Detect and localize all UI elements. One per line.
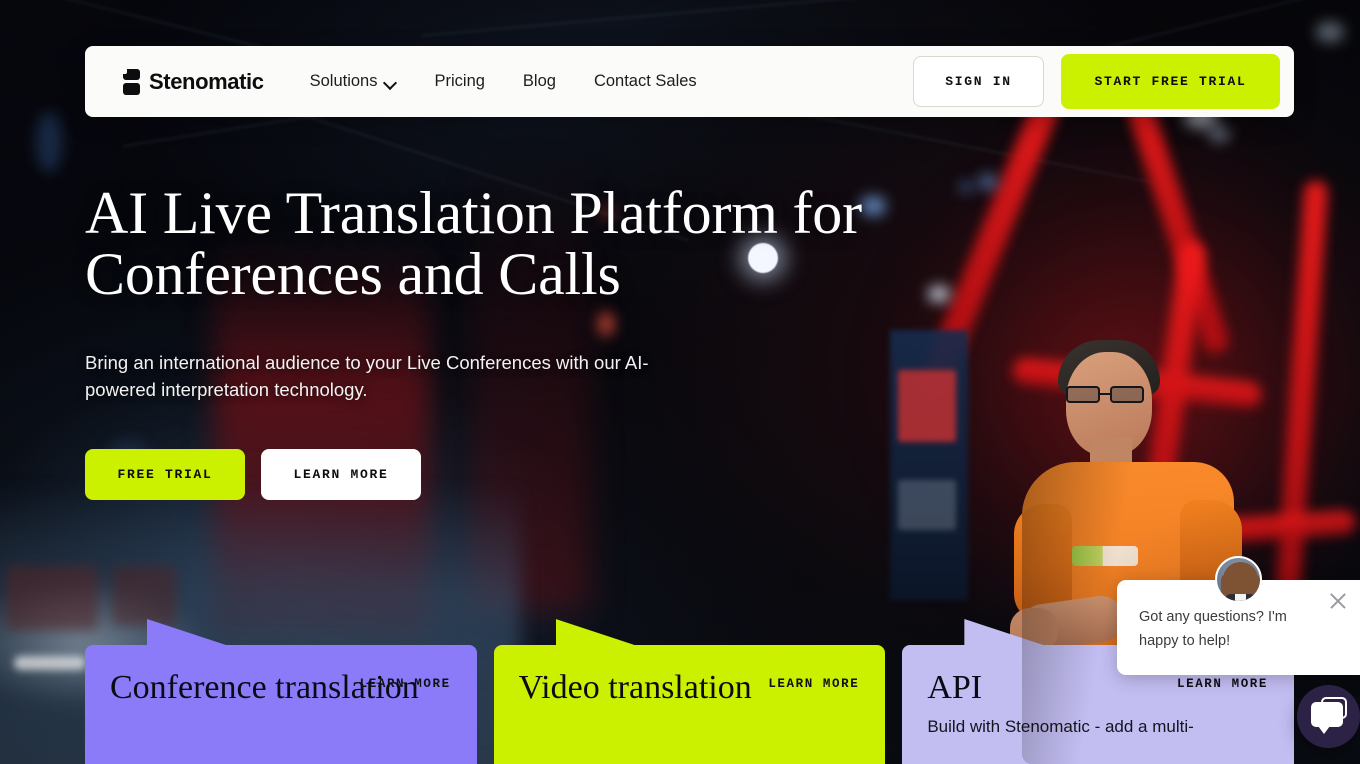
nav-item-contact-sales[interactable]: Contact Sales: [594, 72, 697, 91]
brand-logo[interactable]: Stenomatic: [123, 68, 264, 95]
background-screen-panel: [112, 566, 176, 626]
background-speaker-photo: [1010, 334, 1264, 764]
feature-card-conference-translation[interactable]: Conference translation LEARN MORE: [85, 619, 477, 764]
hero-title: AI Live Translation Platform for Confere…: [85, 180, 862, 308]
sign-in-button[interactable]: SIGN IN: [913, 56, 1044, 107]
free-trial-button[interactable]: FREE TRIAL: [85, 449, 245, 501]
start-free-trial-button[interactable]: START FREE TRIAL: [1061, 54, 1280, 109]
background-light-bar: [14, 656, 86, 670]
nav-item-pricing[interactable]: Pricing: [434, 72, 484, 91]
hero-buttons: FREE TRIAL LEARN MORE: [85, 449, 905, 501]
stenomatic-logo-icon: [123, 68, 140, 95]
hero-subtitle: Bring an international audience to your …: [85, 352, 649, 401]
card-learn-more-link[interactable]: LEARN MORE: [768, 677, 859, 691]
card-body: Video translation LEARN MORE: [493, 645, 886, 764]
hero-section: AI Live Translation Platform for Confere…: [85, 180, 905, 501]
page-stage: Stenomatic Solutions Pricing Blog Contac…: [0, 0, 1360, 764]
header-actions: SIGN IN START FREE TRIAL: [913, 54, 1280, 109]
card-body: Conference translation LEARN MORE: [85, 645, 477, 764]
card-tail-shape: [555, 619, 638, 646]
learn-more-button[interactable]: LEARN MORE: [261, 449, 421, 501]
card-tail-shape: [147, 619, 229, 646]
brand-name: Stenomatic: [149, 68, 264, 94]
chevron-down-icon: [385, 78, 396, 85]
nav-item-solutions[interactable]: Solutions: [310, 72, 397, 91]
close-icon[interactable]: [1328, 591, 1348, 611]
nav-item-label: Blog: [522, 72, 556, 90]
nav-item-label: Pricing: [434, 72, 485, 90]
nav-item-label: Contact Sales: [593, 72, 697, 90]
nav-item-blog[interactable]: Blog: [523, 72, 556, 91]
card-learn-more-link[interactable]: LEARN MORE: [360, 677, 451, 691]
feature-card-video-translation[interactable]: Video translation LEARN MORE: [493, 619, 886, 764]
nav-item-label: Solutions: [309, 72, 378, 90]
site-header: Stenomatic Solutions Pricing Blog Contac…: [85, 46, 1294, 117]
main-navigation: Solutions Pricing Blog Contact Sales: [310, 72, 697, 91]
chat-bubble-icon[interactable]: [1297, 685, 1360, 748]
